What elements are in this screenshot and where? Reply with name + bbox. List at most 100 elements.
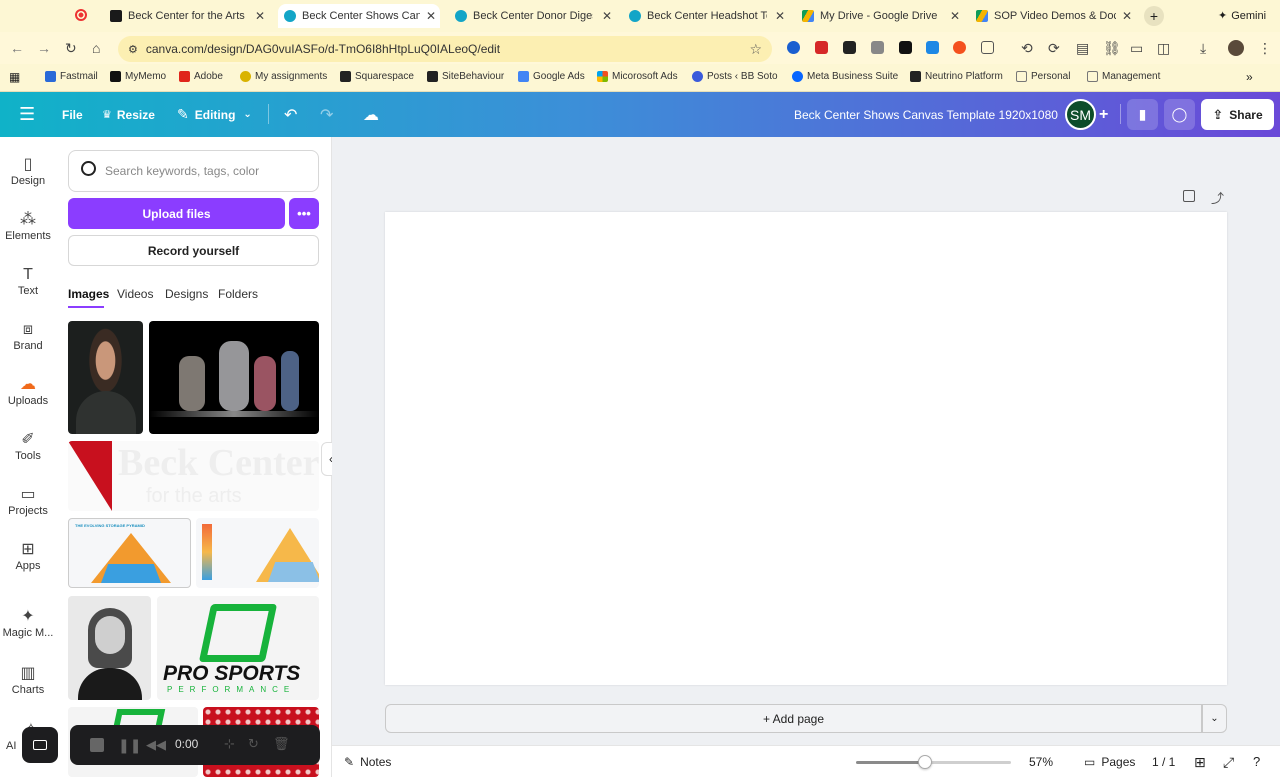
pages-button[interactable]: ▭ Pages bbox=[1084, 755, 1135, 769]
split-view-icon[interactable]: ◫ bbox=[1157, 40, 1170, 57]
reload-icon[interactable]: ↻ bbox=[65, 40, 77, 57]
image-thumb-performance-pyramid[interactable] bbox=[196, 518, 319, 588]
image-thumb-storage-pyramid[interactable]: THE EVOLVING STORAGE PYRAMID bbox=[68, 518, 191, 588]
trash-icon[interactable]: 🗑 bbox=[273, 736, 290, 752]
design-page[interactable] bbox=[385, 212, 1227, 685]
redo-icon[interactable]: ↷ bbox=[320, 92, 333, 137]
stop-icon[interactable] bbox=[90, 738, 104, 752]
comments-button[interactable]: ◯ bbox=[1164, 99, 1195, 130]
zoom-slider-track[interactable] bbox=[856, 761, 1011, 764]
bookmark-neutrino[interactable]: Neutrino Platform bbox=[910, 71, 1003, 82]
image-thumb-pro-sports-logo[interactable]: PRO SPORTS PERFORMANCE bbox=[157, 596, 319, 700]
address-bar[interactable]: ⚙ canva.com/design/DAG0vuIASFo/d-TmO6I8h… bbox=[118, 36, 772, 62]
image-thumb-dancers[interactable] bbox=[149, 321, 319, 434]
duplicate-page-icon[interactable] bbox=[1183, 190, 1195, 202]
bookmark-squarespace[interactable]: Squarespace bbox=[340, 71, 414, 82]
tab-images[interactable]: Images bbox=[68, 287, 109, 301]
site-settings-icon[interactable]: ⚙ bbox=[128, 43, 138, 56]
bookmark-folder-personal[interactable]: Personal bbox=[1016, 71, 1070, 82]
grid-icon[interactable]: ⊹ bbox=[224, 736, 235, 752]
rail-item-apps[interactable]: ⊞ Apps bbox=[0, 540, 56, 572]
fullscreen-icon[interactable]: ⤢ bbox=[1223, 754, 1234, 771]
resize-button[interactable]: ♛ Resize bbox=[102, 92, 155, 137]
profile-avatar[interactable] bbox=[1228, 40, 1244, 56]
undo-icon[interactable]: ↶ bbox=[284, 92, 297, 137]
browser-menu-icon[interactable]: ⋮ bbox=[1258, 40, 1272, 57]
bookmark-mymemo[interactable]: MyMemo bbox=[110, 71, 166, 82]
rail-item-projects[interactable]: ▭ Projects bbox=[0, 485, 56, 517]
image-thumb-girl-portrait[interactable] bbox=[68, 596, 151, 700]
browser-tab-donor-digest[interactable]: Beck Center Donor Digest ✕ bbox=[455, 4, 612, 28]
pause-icon[interactable]: ❚❚ bbox=[118, 737, 141, 754]
download-icon[interactable]: ⤓ bbox=[1200, 40, 1206, 57]
zoom-slider-handle[interactable] bbox=[918, 755, 932, 769]
close-tab-icon[interactable]: ✕ bbox=[602, 9, 612, 23]
close-tab-icon[interactable]: ✕ bbox=[775, 9, 785, 23]
rail-item-design[interactable]: ▯ Design bbox=[0, 155, 56, 187]
share-button[interactable]: ⇪ Share bbox=[1201, 99, 1274, 130]
close-tab-icon[interactable]: ✕ bbox=[426, 9, 436, 23]
extension-r-icon[interactable] bbox=[899, 41, 912, 54]
browser-tab-sop-video[interactable]: SOP Video Demos & Docs ✕ bbox=[976, 4, 1132, 28]
file-menu-button[interactable]: File bbox=[62, 92, 83, 137]
extension-1password-icon[interactable] bbox=[787, 41, 800, 54]
bookmark-meta-business[interactable]: Meta Business Suite bbox=[792, 71, 898, 82]
help-icon[interactable]: ? bbox=[1253, 754, 1260, 769]
back-icon[interactable]: ← bbox=[10, 40, 24, 56]
record-indicator-icon[interactable] bbox=[75, 9, 87, 21]
bookmark-star-icon[interactable]: ☆ bbox=[749, 41, 762, 58]
avatar[interactable]: SM bbox=[1065, 99, 1096, 130]
upload-files-button[interactable]: Upload files bbox=[68, 198, 285, 229]
rail-item-uploads[interactable]: ☁ Uploads bbox=[0, 375, 56, 407]
rail-item-charts[interactable]: ▥ Charts bbox=[0, 664, 56, 696]
main-menu-icon[interactable]: ☰ bbox=[19, 92, 35, 137]
bookmark-microsoft-ads[interactable]: Micorosoft Ads bbox=[597, 71, 678, 82]
bookmark-fastmail[interactable]: Fastmail bbox=[45, 71, 98, 82]
browser-tab-shows-canvas[interactable]: Beck Center Shows Canva ✕ bbox=[278, 4, 440, 28]
close-tab-icon[interactable]: ✕ bbox=[1122, 9, 1132, 23]
rail-item-tools[interactable]: ✐ Tools bbox=[0, 430, 56, 462]
rail-item-text[interactable]: T Text bbox=[0, 265, 56, 297]
extension-blue-icon[interactable] bbox=[926, 41, 939, 54]
gemini-button[interactable]: ✦ Gemini bbox=[1218, 9, 1266, 23]
recorder-camera-button[interactable] bbox=[22, 727, 58, 763]
bookmark-folder-management[interactable]: Management bbox=[1087, 71, 1160, 82]
search-input[interactable]: Search keywords, tags, color bbox=[68, 150, 319, 192]
rail-item-brand[interactable]: ⧈ Brand bbox=[0, 320, 56, 352]
home-icon[interactable]: ⌂ bbox=[92, 40, 100, 56]
bookmark-posts-bb-soto[interactable]: Posts ‹ BB Soto bbox=[692, 71, 778, 82]
new-tab-button[interactable]: + bbox=[1144, 6, 1164, 26]
bookmark-my-assignments[interactable]: My assignments bbox=[240, 71, 327, 82]
add-page-button[interactable]: + Add page bbox=[385, 704, 1202, 733]
bookmark-google-ads[interactable]: Google Ads bbox=[518, 71, 585, 82]
zoom-level[interactable]: 57% bbox=[1029, 755, 1053, 769]
notes-button[interactable]: ✎ Notes bbox=[344, 755, 391, 769]
bookmark-adobe[interactable]: Adobe bbox=[179, 71, 223, 82]
browser-tab-beck-center[interactable]: Beck Center for the Arts – ✕ bbox=[110, 4, 265, 28]
more-options-button[interactable]: ••• bbox=[289, 198, 319, 229]
tab-videos[interactable]: Videos bbox=[117, 287, 153, 301]
add-page-dropdown[interactable]: ⌄ bbox=[1202, 704, 1227, 733]
more-bookmarks-icon[interactable]: » bbox=[1246, 70, 1253, 84]
bookmark-sitebehaviour[interactable]: SiteBehaviour bbox=[427, 71, 504, 82]
close-tab-icon[interactable]: ✕ bbox=[255, 9, 265, 23]
tab-designs[interactable]: Designs bbox=[165, 287, 208, 301]
design-title[interactable]: Beck Center Shows Canvas Template 1920x1… bbox=[794, 92, 1058, 137]
forward-icon[interactable]: → bbox=[37, 40, 51, 56]
extension-red-icon[interactable] bbox=[815, 41, 828, 54]
extensions-puzzle-icon[interactable] bbox=[981, 41, 994, 54]
extension-camera-icon[interactable] bbox=[871, 41, 884, 54]
rail-item-magic-media[interactable]: ✦ Magic M... bbox=[0, 607, 56, 639]
rail-item-elements[interactable]: ⁂ Elements bbox=[0, 210, 56, 242]
browser-tab-headshot[interactable]: Beck Center Headshot Tem ✕ bbox=[629, 4, 785, 28]
rewind-icon[interactable]: ◀◀ bbox=[146, 737, 166, 753]
reading-list-icon[interactable]: ▤ bbox=[1076, 40, 1089, 57]
history-icon[interactable]: ⟲ bbox=[1021, 40, 1033, 57]
apps-grid-icon[interactable]: ▦ bbox=[9, 70, 20, 84]
extension-notion-icon[interactable] bbox=[843, 41, 856, 54]
record-yourself-button[interactable]: Record yourself bbox=[68, 235, 319, 266]
image-thumb-man-portrait[interactable] bbox=[68, 321, 143, 434]
link-icon[interactable]: ⛓ bbox=[1103, 40, 1121, 57]
image-thumb-beck-logo[interactable]: Beck Center for the arts bbox=[68, 441, 319, 511]
close-tab-icon[interactable]: ✕ bbox=[950, 9, 960, 23]
